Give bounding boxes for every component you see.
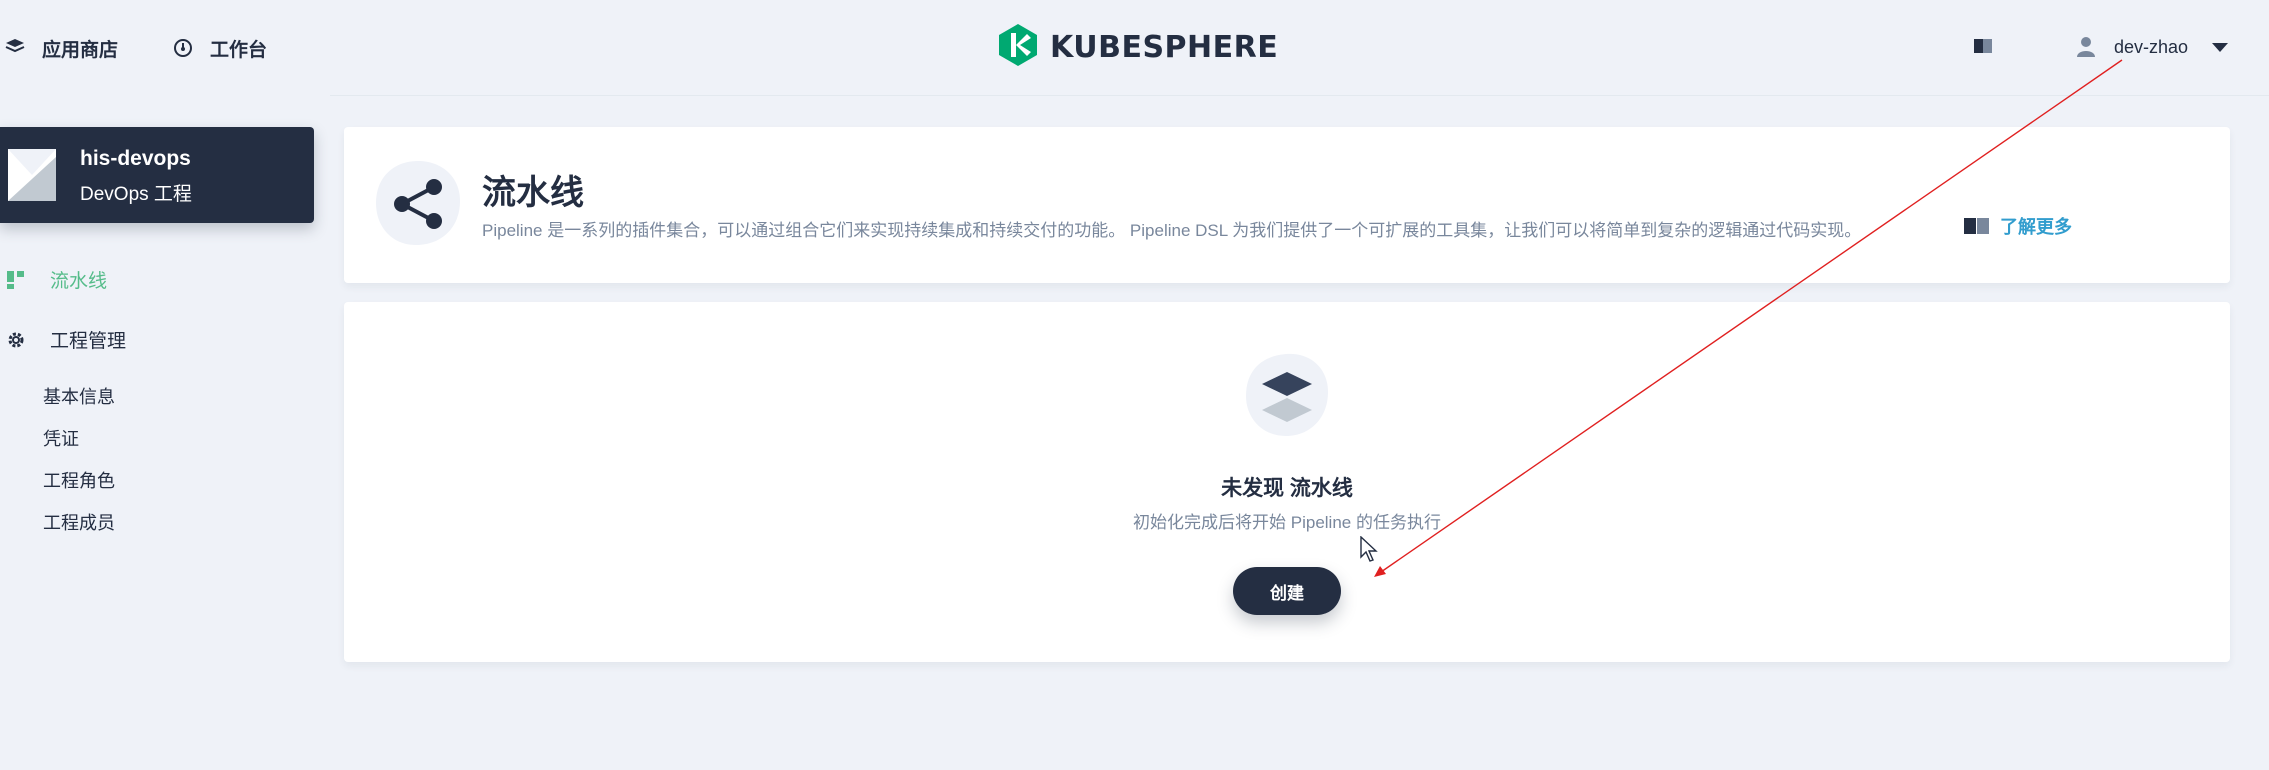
sidebar-item-project-members[interactable]: 工程成员 [43, 509, 115, 535]
logo-text: KUBESPHERE [1050, 29, 1279, 65]
project-name: his-devops [80, 147, 191, 170]
pipeline-icon [6, 270, 26, 290]
nav-app-store[interactable]: 应用商店 [4, 30, 118, 66]
username: dev-zhao [2114, 36, 2189, 57]
appstore-icon [4, 37, 26, 59]
book-icon [1964, 217, 1990, 235]
sidebar-item-project-management-label: 工程管理 [50, 331, 127, 352]
gear-icon [6, 330, 26, 350]
layers-icon [1242, 350, 1332, 440]
sidebar-item-pipeline[interactable]: 流水线 [6, 266, 107, 293]
nav-app-store-label: 应用商店 [42, 39, 119, 61]
create-button[interactable]: 创建 [1233, 567, 1341, 615]
nav-workbench[interactable]: 工作台 [172, 30, 267, 66]
learn-more-link[interactable]: 了解更多 [1964, 213, 2072, 239]
page-description: Pipeline 是一系列的插件集合，可以通过组合它们来实现持续集成和持续交付的… [482, 221, 1862, 240]
project-avatar [8, 149, 56, 201]
sidebar-item-basic-info[interactable]: 基本信息 [43, 383, 115, 409]
kubesphere-logo-icon [998, 23, 1038, 72]
learn-more-label: 了解更多 [2000, 217, 2072, 237]
sidebar-item-project-roles[interactable]: 工程角色 [43, 467, 115, 493]
project-card[interactable]: his-devops DevOps 工程 [0, 127, 314, 223]
page-title: 流水线 [482, 174, 584, 212]
pipeline-banner-icon [372, 157, 464, 249]
kubesphere-logo[interactable]: KUBESPHERE [998, 23, 1279, 72]
empty-state-title: 未发现 流水线 [1221, 477, 1353, 500]
page-header-card: 流水线 Pipeline 是一系列的插件集合，可以通过组合它们来实现持续集成和持… [344, 127, 2230, 283]
caret-down-icon [2212, 42, 2229, 52]
docs-icon[interactable] [1972, 36, 1994, 58]
sidebar-item-project-management[interactable]: 工程管理 [6, 326, 126, 353]
topbar-divider [330, 95, 2269, 96]
nav-workbench-label: 工作台 [210, 39, 268, 61]
project-type: DevOps 工程 [80, 184, 192, 205]
mouse-cursor-icon [1360, 535, 1378, 562]
top-navbar: 应用商店 工作台 KUBESPHERE dev-zhao [0, 0, 2269, 96]
sidebar-item-credentials[interactable]: 凭证 [43, 425, 79, 451]
user-menu[interactable]: dev-zhao [2076, 30, 2229, 64]
workbench-icon [172, 37, 194, 59]
sidebar-item-pipeline-label: 流水线 [50, 271, 108, 292]
empty-state-card: 未发现 流水线 初始化完成后将开始 Pipeline 的任务执行 创建 [344, 302, 2230, 662]
empty-state-description: 初始化完成后将开始 Pipeline 的任务执行 [1133, 513, 1441, 532]
user-icon [2076, 36, 2096, 58]
